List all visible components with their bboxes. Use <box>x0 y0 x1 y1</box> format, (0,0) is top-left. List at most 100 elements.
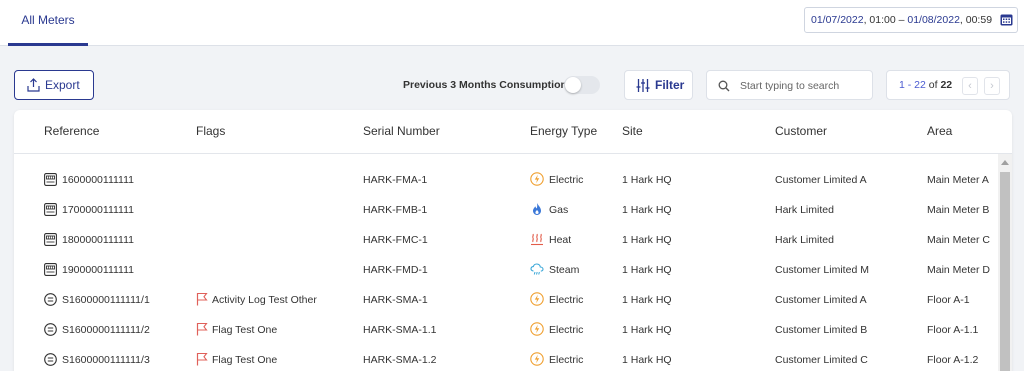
cell-serial-number: HARK-FMC-1 <box>363 234 428 246</box>
electric-icon <box>530 172 544 186</box>
calendar-icon[interactable] <box>1000 13 1013 26</box>
column-header-customer[interactable]: Customer <box>775 124 827 138</box>
search-input[interactable] <box>740 77 868 95</box>
column-header-area[interactable]: Area <box>927 124 952 138</box>
cell-serial-number: HARK-SMA-1.1 <box>363 324 437 336</box>
cell-customer: Customer Limited B <box>775 324 868 336</box>
cell-customer: Hark Limited <box>775 234 834 246</box>
cell-serial-number: HARK-FMB-1 <box>363 204 428 216</box>
cell-energy-type: Gas <box>549 204 569 216</box>
table-row[interactable]: S1600000111111/3 Flag Test One HARK-SMA-1.… <box>14 346 998 371</box>
cell-energy-type: Heat <box>549 234 572 246</box>
cell-serial-number: HARK-FMD-1 <box>363 264 428 276</box>
table-row[interactable]: 1900000111111 HARK-FMD-1 Steam 1 Hark HQ Cus… <box>14 256 998 286</box>
cell-site: 1 Hark HQ <box>622 234 672 246</box>
filter-label: Filter <box>655 78 685 92</box>
chevron-right-icon: › <box>990 80 994 92</box>
prev-consumption-toggle[interactable] <box>564 76 600 94</box>
cell-site: 1 Hark HQ <box>622 264 672 276</box>
cell-customer: Customer Limited C <box>775 354 868 366</box>
cell-reference[interactable]: 1900000111111 <box>62 264 134 276</box>
search-icon <box>718 80 730 92</box>
prev-page-button[interactable]: ‹ <box>962 77 978 95</box>
cell-customer: Customer Limited M <box>775 264 869 276</box>
column-header-energy-type[interactable]: Energy Type <box>530 124 597 138</box>
submeter-icon <box>44 293 57 306</box>
cell-flag: Flag Test One <box>212 354 278 366</box>
cell-reference[interactable]: 1700000111111 <box>62 204 134 216</box>
chevron-left-icon: ‹ <box>968 80 972 92</box>
cell-reference[interactable]: S1600000111111/2 <box>62 324 150 336</box>
toggle-knob <box>565 77 581 93</box>
search-box <box>706 70 873 100</box>
date-range-end-date: 01/08/2022 <box>907 14 960 26</box>
column-header-reference[interactable]: Reference <box>44 124 99 138</box>
table-row[interactable]: 1800000111111 HARK-FMC-1 Heat 1 Hark HQ Hark… <box>14 226 998 256</box>
cell-serial-number: HARK-FMA-1 <box>363 174 428 186</box>
steam-icon <box>530 263 544 275</box>
table-row[interactable]: 1600000111111 HARK-FMA-1 Electric 1 Hark HQ… <box>14 166 998 196</box>
cell-reference[interactable]: 1600000111111 <box>62 174 134 186</box>
gas-icon <box>533 203 541 215</box>
electric-icon <box>530 292 544 306</box>
export-label: Export <box>45 78 80 92</box>
column-header-site[interactable]: Site <box>622 124 643 138</box>
cell-customer: Customer Limited A <box>775 294 867 306</box>
meter-icon <box>44 173 57 186</box>
cell-area: Main Meter B <box>927 204 990 216</box>
filter-button[interactable]: Filter <box>624 70 693 100</box>
date-range-start-time: , 01:00 – <box>863 14 908 26</box>
pagination-of: of <box>925 79 941 91</box>
scrollbar-thumb[interactable] <box>1000 172 1010 371</box>
heat-icon <box>531 233 543 246</box>
cell-energy-type: Electric <box>549 294 584 306</box>
filter-sliders-icon <box>636 79 650 92</box>
cell-site: 1 Hark HQ <box>622 204 672 216</box>
electric-icon <box>530 352 544 366</box>
cell-area: Floor A-1.1 <box>927 324 979 336</box>
cell-reference[interactable]: S1600000111111/1 <box>62 294 150 306</box>
cell-customer: Customer Limited A <box>775 174 867 186</box>
column-header-flags[interactable]: Flags <box>196 124 225 138</box>
electric-icon <box>530 322 544 336</box>
meter-icon <box>44 233 57 246</box>
cell-area: Main Meter D <box>927 264 991 276</box>
meter-icon <box>44 263 57 276</box>
cell-site: 1 Hark HQ <box>622 324 672 336</box>
cell-area: Floor A-1.2 <box>927 354 979 366</box>
cell-energy-type: Electric <box>549 354 584 366</box>
cell-energy-type: Steam <box>549 264 580 276</box>
table-row[interactable]: S1600000111111/1 Activity Log Test Other H… <box>14 286 998 316</box>
prev-consumption-label: Previous 3 Months Consumption <box>403 79 567 91</box>
top-bar: All Meters 01/07/2022, 01:00 – 01/08/202… <box>0 0 1024 46</box>
cell-flag: Flag Test One <box>212 324 278 336</box>
pagination: 1 - 22 of 22 ‹ › <box>886 70 1010 100</box>
cell-area: Main Meter C <box>927 234 991 246</box>
scroll-up-arrow-icon[interactable] <box>1001 160 1009 165</box>
toolbar: Export Previous 3 Months Consumption Fil… <box>0 66 1024 104</box>
pagination-range: 1 - 22 <box>899 79 926 91</box>
cell-energy-type: Electric <box>549 324 584 336</box>
date-range-end-time: , 00:59 <box>959 14 993 26</box>
cell-site: 1 Hark HQ <box>622 174 672 186</box>
flag-icon <box>196 352 208 366</box>
cell-energy-type: Electric <box>549 174 584 186</box>
table-row[interactable]: S1600000111111/2 Flag Test One HARK-SMA-1.… <box>14 316 998 346</box>
export-icon <box>27 78 40 92</box>
next-page-button[interactable]: › <box>984 77 1000 95</box>
table-header: Reference Flags Serial Number Energy Typ… <box>14 110 1012 154</box>
meter-icon <box>44 203 57 216</box>
column-header-serial-number[interactable]: Serial Number <box>363 124 440 138</box>
flag-icon <box>196 292 208 306</box>
tab-all-meters[interactable]: All Meters <box>8 0 88 46</box>
cell-serial-number: HARK-SMA-1 <box>363 294 428 306</box>
table-row[interactable]: 1700000111111 HARK-FMB-1 Gas 1 Hark HQ Hark … <box>14 196 998 226</box>
cell-flag: Activity Log Test Other <box>212 294 317 306</box>
date-range-picker[interactable]: 01/07/2022, 01:00 – 01/08/2022, 00:59 <box>804 7 1018 33</box>
export-button[interactable]: Export <box>14 70 94 100</box>
flag-icon <box>196 322 208 336</box>
cell-reference[interactable]: 1800000111111 <box>62 234 134 246</box>
date-range-start-date: 01/07/2022 <box>811 14 864 26</box>
cell-reference[interactable]: S1600000111111/3 <box>62 354 150 366</box>
meters-table: Reference Flags Serial Number Energy Typ… <box>14 110 1012 371</box>
